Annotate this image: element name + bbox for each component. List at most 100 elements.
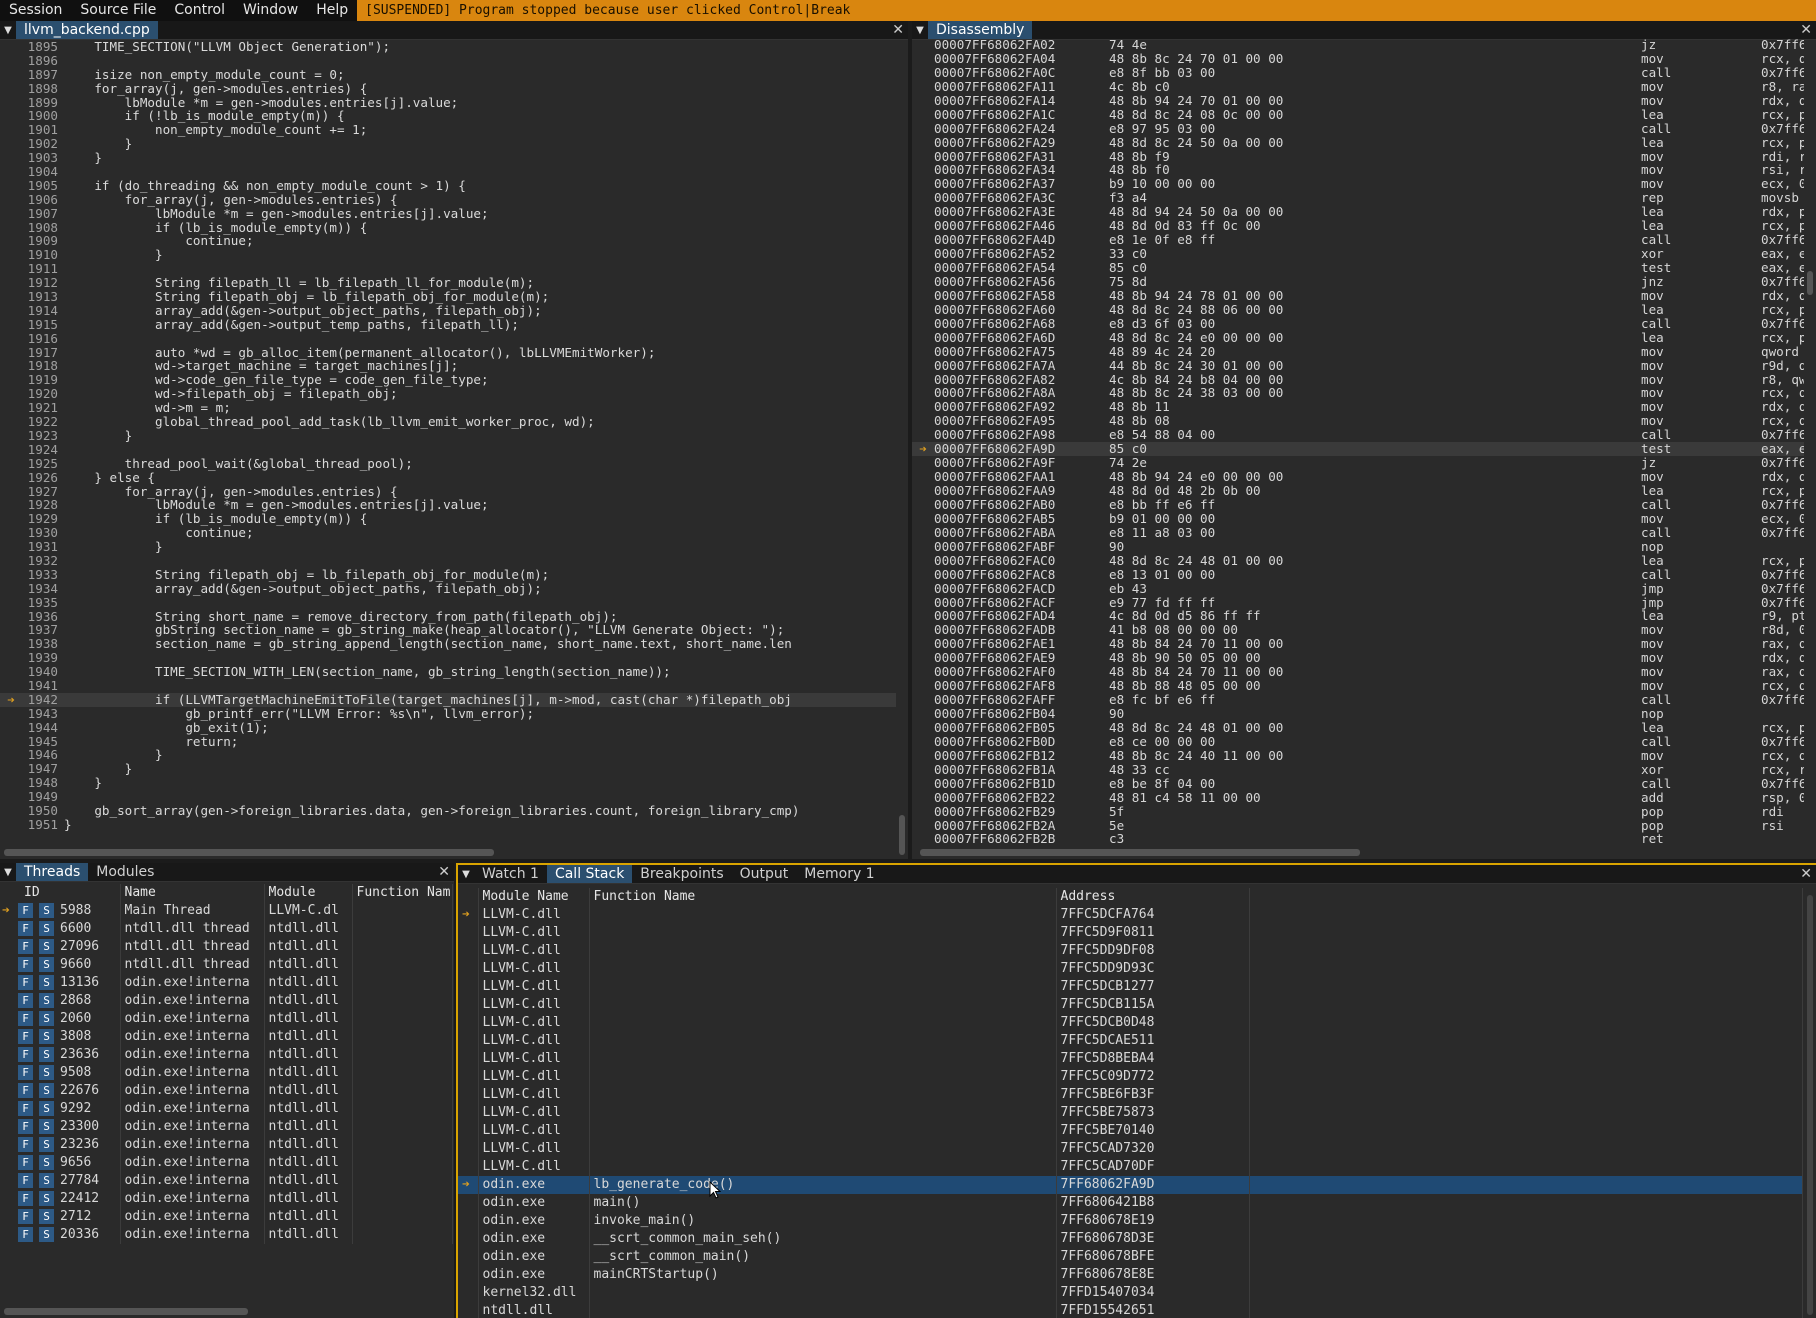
thread-row[interactable]: F S 2868 odin.exe!interna ntdll.dll (0, 992, 453, 1010)
freeze-toggle[interactable]: F (18, 975, 33, 990)
callstack-row[interactable]: LLVM-C.dll 7FFC5C09D772 (458, 1068, 1803, 1086)
solo-toggle[interactable]: S (39, 1047, 54, 1062)
thread-row[interactable]: F S 13136 odin.exe!interna ntdll.dll (0, 974, 453, 992)
disassembly-line[interactable]: 00007FF68062FA56 75 8d jnz 0x7ff68062f9e5 <… (912, 274, 1804, 289)
tab-disassembly[interactable]: Disassembly (928, 21, 1033, 39)
freeze-toggle[interactable]: F (18, 1155, 33, 1170)
solo-toggle[interactable]: S (39, 921, 54, 936)
source-hscrollbar[interactable] (4, 849, 494, 856)
callstack-row[interactable]: LLVM-C.dll 7FFC5DCB0D48 (458, 1014, 1803, 1032)
thread-row[interactable]: F S 9292 odin.exe!interna ntdll.dll (0, 1100, 453, 1118)
freeze-toggle[interactable]: F (18, 1137, 33, 1152)
disassembly-line[interactable]: 00007FF68062FA8A 48 8b 8c 24 38 03 00 00 m… (912, 386, 1804, 400)
disassembly-line[interactable]: 00007FF68062FAB5 b9 01 00 00 00 mov ecx, 0x… (912, 511, 1804, 526)
disassembly-line[interactable]: 00007FF68062FB1D e8 be 8f 04 00 call 0x7ff6… (912, 776, 1804, 791)
thread-row[interactable]: F S 2712 odin.exe!interna ntdll.dll (0, 1208, 453, 1226)
freeze-toggle[interactable]: F (18, 1011, 33, 1026)
source-line[interactable]: 1904 (0, 165, 896, 179)
source-line[interactable]: 1923 } (0, 429, 896, 443)
freeze-toggle[interactable]: F (18, 939, 33, 954)
callstack-row[interactable]: LLVM-C.dll 7FFC5DCB115A (458, 996, 1803, 1014)
freeze-toggle[interactable]: F (18, 1047, 33, 1062)
disassembly-line[interactable]: 00007FF68062FA58 48 8b 94 24 78 01 00 00 m… (912, 288, 1804, 303)
close-icon[interactable]: ✕ (1800, 865, 1812, 883)
freeze-toggle[interactable]: F (18, 1065, 33, 1080)
disassembly-line[interactable]: 00007FF68062FB2B c3 ret (912, 832, 1804, 846)
source-line[interactable]: 1895 TIME_SECTION("LLVM Object Generatio… (0, 40, 896, 54)
callstack-row[interactable]: LLVM-C.dll 7FFC5BE75873 (458, 1104, 1803, 1122)
callstack-row[interactable]: LLVM-C.dll 7FFC5D8BEBA4 (458, 1050, 1803, 1068)
solo-toggle[interactable]: S (39, 1155, 54, 1170)
collapse-triangle-icon[interactable]: ▼ (912, 21, 928, 39)
disassembly-line[interactable]: ➔ 00007FF68062FA9D 85 c0 test eax, eax (912, 442, 1804, 457)
disassembly-line[interactable]: 00007FF68062FAC0 48 8d 8c 24 48 01 00 00 l… (912, 553, 1804, 568)
thread-row[interactable]: F S 27784 odin.exe!interna ntdll.dll (0, 1172, 453, 1190)
tab-breakpoints[interactable]: Breakpoints (632, 865, 731, 883)
source-line[interactable]: 1929 if (lb_is_module_empty(m)) { (0, 512, 896, 526)
source-line[interactable]: 1951} (0, 817, 896, 832)
disassembly-line[interactable]: 00007FF68062FA37 b9 10 00 00 00 mov ecx, 0x… (912, 177, 1804, 191)
disassembly-line[interactable]: 00007FF68062FA7A 44 8b 8c 24 30 01 00 00 m… (912, 358, 1804, 373)
thread-row[interactable]: F S 3808 odin.exe!interna ntdll.dll (0, 1028, 453, 1046)
disassembly-line[interactable]: 00007FF68062FA3E 48 8d 94 24 50 0a 00 00 l… (912, 205, 1804, 219)
source-line[interactable]: 1899 lbModule *m = gen->modules.entries[… (0, 95, 896, 110)
callstack-row[interactable]: odin.exe main() 7FF6806421B8 (458, 1194, 1803, 1212)
source-line[interactable]: 1924 (0, 442, 896, 457)
freeze-toggle[interactable]: F (18, 1209, 33, 1224)
callstack-row[interactable]: LLVM-C.dll 7FFC5DD9DF08 (458, 942, 1803, 960)
freeze-toggle[interactable]: F (18, 993, 33, 1008)
callstack-row[interactable]: ➔ odin.exe lb_generate_code() 7FF68062FA9D (458, 1176, 1803, 1194)
solo-toggle[interactable]: S (39, 903, 54, 918)
tab-memory-1[interactable]: Memory 1 (796, 865, 882, 883)
close-icon[interactable]: ✕ (892, 21, 904, 39)
solo-toggle[interactable]: S (39, 1137, 54, 1152)
col-address[interactable]: Address (1056, 888, 1250, 906)
source-line[interactable]: 1935 (0, 595, 896, 610)
freeze-toggle[interactable]: F (18, 957, 33, 972)
source-vscrollbar[interactable] (899, 815, 905, 855)
source-line[interactable]: 1948 } (0, 776, 896, 790)
source-line[interactable]: 1946 } (0, 748, 896, 762)
solo-toggle[interactable]: S (39, 1065, 54, 1080)
disassembly-line[interactable]: 00007FF68062FA31 48 8b f9 mov rdi, rcx (912, 149, 1804, 164)
thread-row[interactable]: F S 23300 odin.exe!interna ntdll.dll (0, 1118, 453, 1136)
disassembly-line[interactable]: 00007FF68062FB1A 48 33 cc xor rcx, rsp (912, 762, 1804, 777)
solo-toggle[interactable]: S (39, 1029, 54, 1044)
disassembly-line[interactable]: 00007FF68062FA3C f3 a4 rep movsb byte ptr [… (912, 191, 1804, 205)
disassembly-line[interactable]: 00007FF68062FA82 4c 8b 84 24 b8 04 00 00 m… (912, 372, 1804, 387)
source-line[interactable]: 1907 lbModule *m = gen->modules.entries[… (0, 206, 896, 221)
freeze-toggle[interactable]: F (18, 1083, 33, 1098)
col-function-name[interactable]: Function Nam (352, 884, 453, 902)
disassembly-line[interactable]: 00007FF68062FAF8 48 8b 88 48 05 00 00 mov r… (912, 679, 1804, 693)
disassembly-line[interactable]: 00007FF68062FA6D 48 8d 8c 24 e0 00 00 00 l… (912, 330, 1804, 345)
source-line[interactable]: 1921 wd->m = m; (0, 401, 896, 415)
source-line[interactable]: 1910 } (0, 248, 896, 262)
disassembly-line[interactable]: 00007FF68062FA54 85 c0 test eax, eax (912, 261, 1804, 275)
source-line[interactable]: 1905 if (do_threading && non_empty_modul… (0, 179, 896, 193)
disassembly-line[interactable]: 00007FF68062FB22 48 81 c4 58 11 00 00 add r… (912, 790, 1804, 805)
thread-row[interactable]: F S 9656 odin.exe!interna ntdll.dll (0, 1154, 453, 1172)
solo-toggle[interactable]: S (39, 1119, 54, 1134)
disassembly-line[interactable]: 00007FF68062FA24 e8 97 95 03 00 call 0x7ff6… (912, 121, 1804, 136)
tab-source-file[interactable]: llvm_backend.cpp (16, 21, 158, 39)
tab-threads[interactable]: Threads (16, 863, 89, 881)
freeze-toggle[interactable]: F (18, 903, 33, 918)
thread-row[interactable]: F S 23236 odin.exe!interna ntdll.dll (0, 1136, 453, 1154)
thread-row[interactable]: F S 22676 odin.exe!interna ntdll.dll (0, 1082, 453, 1100)
disassembly-line[interactable]: 00007FF68062FA92 48 8b 11 mov rdx, qword pt… (912, 400, 1804, 414)
source-line[interactable]: 1949 (0, 790, 896, 804)
callstack-vscrollbar[interactable] (1807, 895, 1813, 1315)
col-module[interactable]: Module (264, 884, 353, 902)
disassembly-line[interactable]: 00007FF68062FA34 48 8b f0 mov rsi, rax (912, 163, 1804, 177)
solo-toggle[interactable]: S (39, 1083, 54, 1098)
freeze-toggle[interactable]: F (18, 1101, 33, 1116)
source-line[interactable]: 1944 gb_exit(1); (0, 720, 896, 735)
callstack-row[interactable]: LLVM-C.dll 7FFC5CAD70DF (458, 1158, 1803, 1176)
thread-row[interactable]: F S 20336 odin.exe!interna ntdll.dll (0, 1226, 453, 1244)
col-function-name[interactable]: Function Name (589, 888, 1057, 906)
callstack-row[interactable]: LLVM-C.dll 7FFC5DD9D93C (458, 960, 1803, 978)
source-line[interactable]: 1901 non_empty_module_count += 1; (0, 123, 896, 137)
source-line[interactable]: 1925 thread_pool_wait(&global_thread_poo… (0, 456, 896, 471)
tab-call-stack[interactable]: Call Stack (546, 865, 633, 883)
disassembly-line[interactable]: 00007FF68062FA9F 74 2e jz 0x7ff68062facf <l… (912, 456, 1804, 470)
